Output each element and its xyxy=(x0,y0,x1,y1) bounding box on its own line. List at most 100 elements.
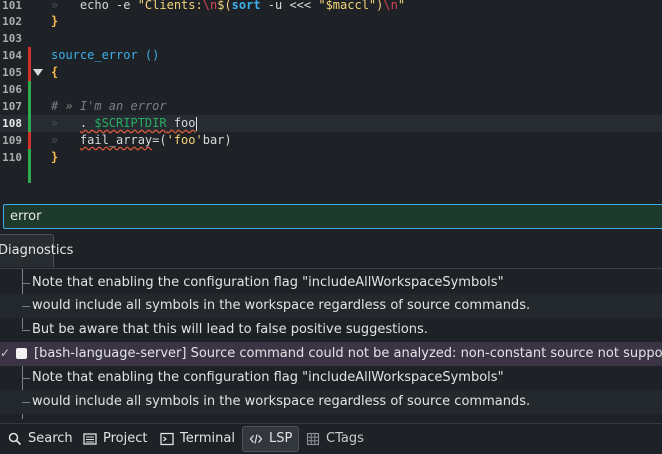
line-number: 107 xyxy=(2,100,22,113)
diagnostic-text: [bash-language-server] Source command co… xyxy=(34,346,662,361)
modified-line-marker xyxy=(28,149,31,166)
tree-row[interactable]: Note that enabling the configuration fla… xyxy=(0,366,662,390)
tree-branch xyxy=(22,330,30,331)
code-line: 101 » echo -e "Clients:\n$(sort -u <<< "… xyxy=(0,0,662,14)
diagnostic-text: Note that enabling the configuration fla… xyxy=(32,370,504,385)
code-line: 107 # » I'm an error xyxy=(0,98,662,115)
filter-bar xyxy=(0,200,662,233)
tree-branch xyxy=(22,378,30,379)
tree-branch xyxy=(22,306,30,307)
line-number: 110 xyxy=(2,151,22,164)
code-token: » xyxy=(51,0,80,12)
code-token: } xyxy=(51,14,59,28)
code-text: » fail_array=('foo'bar) xyxy=(51,132,232,149)
line-number: 104 xyxy=(2,49,22,62)
project-tool-button[interactable]: Project xyxy=(77,426,153,452)
code-token: » xyxy=(51,133,80,147)
tree-row-selected[interactable]: ✓ [bash-language-server] Source command … xyxy=(0,342,662,366)
tab-label: Diagnostics xyxy=(0,243,74,258)
code-line: 102 } xyxy=(0,13,662,30)
code-token: "Clients: xyxy=(137,0,203,12)
line-number: 101 xyxy=(2,0,22,12)
lsp-tool-label: LSP xyxy=(269,431,293,446)
code-text: } xyxy=(51,13,58,30)
code-token: =( xyxy=(152,133,167,147)
line-number: 103 xyxy=(2,32,22,45)
code-text: » echo -e "Clients:\n$(sort -u <<< "$mac… xyxy=(51,0,405,14)
code-text: » . $SCRIPTDIR foo xyxy=(51,115,197,132)
line-number: 108 xyxy=(2,117,22,130)
modified-line-marker xyxy=(28,98,31,115)
code-line: 103 xyxy=(0,30,662,47)
project-icon xyxy=(83,433,97,445)
code-token: bar) xyxy=(202,133,232,147)
error-line-marker xyxy=(28,132,31,149)
modified-line-marker xyxy=(28,81,31,98)
search-tool-button[interactable]: Search xyxy=(2,426,79,452)
terminal-tool-button[interactable]: Terminal xyxy=(154,426,241,452)
filter-input[interactable] xyxy=(3,204,662,229)
tab-diagnostics[interactable]: Diagnostics xyxy=(0,234,73,267)
lsp-tool-button[interactable]: LSP xyxy=(242,426,300,452)
bottom-toolbar: Search Project Terminal LSP CTags xyxy=(0,423,662,454)
code-token: \n xyxy=(383,0,398,12)
ctags-tool-button[interactable]: CTags xyxy=(300,426,370,452)
code-line: 105 { xyxy=(0,64,662,81)
code-token: source_error () xyxy=(51,48,160,62)
modified-line-marker xyxy=(28,115,31,132)
code-line: 109 » fail_array=('foo'bar) xyxy=(0,132,662,149)
code-line xyxy=(0,166,662,183)
code-line-current: 108 » . $SCRIPTDIR foo xyxy=(0,115,662,132)
search-icon xyxy=(8,432,22,446)
code-line: 110 } xyxy=(0,149,662,166)
tree-row[interactable]: would include all symbols in the workspa… xyxy=(0,294,662,318)
ctags-grid-icon xyxy=(306,432,320,446)
diagnostic-text: Note that enabling the configuration fla… xyxy=(32,275,504,290)
ctags-tool-label: CTags xyxy=(326,431,364,446)
modified-line-marker xyxy=(28,166,31,183)
code-token: » xyxy=(51,116,80,130)
line-number: 105 xyxy=(2,66,22,79)
code-token: foo xyxy=(166,116,196,130)
fold-arrow-icon[interactable] xyxy=(33,69,43,76)
checkbox[interactable] xyxy=(16,348,27,359)
diagnostic-text: would include all symbols in the workspa… xyxy=(32,298,531,313)
line-number: 106 xyxy=(2,83,22,96)
tree-branch xyxy=(22,402,30,403)
diagnostic-text: But be aware that this will lead to fals… xyxy=(32,322,428,337)
code-text: } xyxy=(51,149,58,166)
diagnostic-text: would include all symbols in the workspa… xyxy=(32,394,531,409)
project-tool-label: Project xyxy=(103,431,148,446)
code-line: 106 xyxy=(0,81,662,98)
code-token: $SCRIPTDIR xyxy=(94,116,167,130)
code-token: -u <<< xyxy=(260,0,319,12)
code-token: "$maccl" xyxy=(318,0,377,12)
tree-branch xyxy=(22,283,30,284)
error-line-marker xyxy=(28,64,31,81)
code-token: { xyxy=(51,65,59,79)
line-number: 102 xyxy=(2,15,22,28)
code-text: source_error () xyxy=(51,47,159,64)
diagnostics-tree[interactable]: Note that enabling the configuration fla… xyxy=(0,269,662,419)
tree-row[interactable]: would include all symbols in the workspa… xyxy=(0,390,662,414)
tree-row[interactable]: Note that enabling the configuration fla… xyxy=(0,271,662,295)
text-cursor xyxy=(195,116,197,131)
code-brackets-icon xyxy=(249,434,263,444)
error-line-marker xyxy=(28,47,31,64)
code-token: echo -e xyxy=(79,0,138,12)
code-line: 104 source_error () xyxy=(0,47,662,64)
terminal-tool-label: Terminal xyxy=(180,431,235,446)
code-token: # » I'm an error xyxy=(51,99,167,113)
code-token: fail_array xyxy=(79,133,153,147)
code-token: $( xyxy=(217,0,232,12)
code-text: { xyxy=(51,64,58,81)
code-token: . xyxy=(79,116,95,130)
code-token: } xyxy=(51,150,59,164)
tree-row[interactable]: But be aware that this will lead to fals… xyxy=(0,318,662,342)
line-number: 109 xyxy=(2,134,22,147)
code-token: \n xyxy=(202,0,218,12)
code-editor[interactable]: 101 » echo -e "Clients:\n$(sort -u <<< "… xyxy=(0,0,662,183)
code-token: 'foo' xyxy=(166,133,203,147)
expanded-chevron-icon[interactable]: ✓ xyxy=(0,346,10,360)
terminal-icon xyxy=(160,432,174,446)
